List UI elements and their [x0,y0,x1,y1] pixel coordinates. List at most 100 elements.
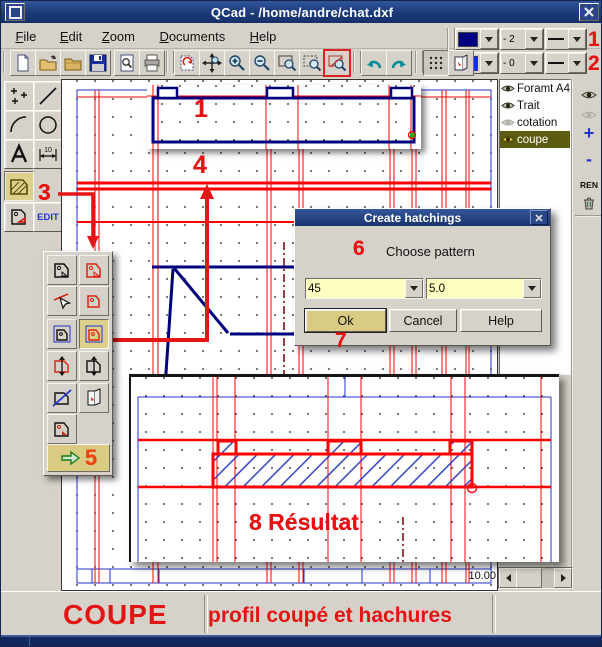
pen2-color-dropdown[interactable] [480,53,498,73]
flyout-next-button[interactable]: 5 [47,444,110,472]
menu-zoom[interactable]: Zoom [98,27,139,46]
scroll-right-button[interactable] [554,568,572,588]
menu-edit[interactable]: Edit [56,27,86,46]
trash-icon [581,195,597,211]
scroll-thumb[interactable] [516,568,542,588]
hatch-create-button[interactable] [79,255,109,285]
redo-button[interactable] [386,50,412,76]
pen2-style-dropdown[interactable] [568,53,586,73]
pen1-style-combo[interactable] [545,28,587,50]
hatch-move-down-button[interactable] [79,351,109,381]
print-button[interactable] [139,50,165,76]
pen1-color-dropdown[interactable] [480,29,498,49]
dimension-tool-button[interactable]: 10 [33,139,63,169]
pen1-style-dropdown[interactable] [568,29,586,49]
redraw-icon [177,53,197,73]
toolbar-handle[interactable] [353,51,361,73]
layer-trash-button[interactable] [577,191,601,215]
result-inset: 8 Résultat [129,374,559,562]
window-menu-button[interactable] [5,3,25,21]
new-document-button[interactable] [10,50,36,76]
zoom-out-button[interactable] [249,50,275,76]
layer-remove-button[interactable]: - [577,147,601,171]
window-title: QCad - /home/andre/chat.dxf [25,5,579,20]
pen2-width-combo[interactable]: - 0 [500,52,544,74]
annotation-step-7: 7 [335,330,347,351]
toolbar-handle[interactable] [166,51,174,73]
help-button[interactable]: Help [460,309,542,332]
previous-view-button[interactable] [324,50,350,76]
line-tool-button[interactable] [33,81,63,111]
hatch-tool-button[interactable] [4,171,34,201]
step3-leader-arrow [51,184,107,254]
hatch-move-up-button[interactable] [47,351,77,381]
pen1-color-combo[interactable] [455,28,499,50]
hatch-pick-contour-button[interactable] [79,286,109,316]
arc-tool-button[interactable] [4,110,34,140]
snap-tool-button[interactable] [4,202,34,232]
scroll-left-button[interactable] [499,568,517,588]
layer-name: coupe [517,134,548,146]
zoom-auto-button[interactable] [299,50,325,76]
scale-combo[interactable]: 5.0 [426,278,542,299]
layer-row-foramt-a4[interactable]: Foramt A4 [500,80,570,97]
text-tool-button[interactable] [4,139,34,169]
hatch-flip-button[interactable] [79,383,109,413]
menu-documents[interactable]: Documents [155,27,229,46]
layer-row-trait[interactable]: Trait [500,97,570,114]
layer-add-button[interactable]: + [577,121,601,145]
pen2-style-combo[interactable] [545,52,587,74]
svg-text:10: 10 [44,147,52,154]
pen1-width-dropdown[interactable] [525,29,543,49]
qcad-window: QCad - /home/andre/chat.dxf File Edit Zo… [0,0,602,647]
dialog-title-bar[interactable]: Create hatchings [295,209,550,226]
hatch-contour-button[interactable] [47,255,77,285]
print-preview-button[interactable] [114,50,140,76]
menu-help[interactable]: Help [246,27,281,46]
toolbar-handle[interactable] [447,28,455,50]
desktop-taskbar[interactable] [1,635,602,647]
scale-dropdown[interactable] [523,279,541,298]
dimension-icon: 10 [37,143,59,165]
pan-zoom-button[interactable] [199,50,225,76]
pen1-width-combo[interactable]: - 2 [500,28,544,50]
open-folder-button[interactable] [60,50,86,76]
open-document-icon [38,53,58,73]
save-document-button[interactable] [85,50,111,76]
circle-tool-button[interactable] [33,110,63,140]
close-button[interactable] [579,3,599,21]
cancel-button[interactable]: Cancel [389,309,457,332]
dialog-close-button[interactable] [530,210,548,225]
zoom-in-button[interactable] [224,50,250,76]
points-tool-button[interactable] [4,81,34,111]
select-contour-icon [83,323,105,345]
hatch-pick-entity-button[interactable] [47,286,77,316]
horizontal-scrollbar[interactable] [498,567,573,589]
main-toolbar [1,48,455,77]
redraw-button[interactable] [174,50,200,76]
layer-row-coupe[interactable]: coupe [500,131,570,148]
hatch-delete-button[interactable] [47,383,77,413]
hatch-select-contour-button[interactable] [79,319,109,349]
pattern-combo[interactable]: 45 [305,278,424,299]
views-button[interactable] [448,50,474,76]
layer-row-cotation[interactable]: cotation [500,114,570,131]
delete-contour-icon [51,387,73,409]
hatch-extra-button[interactable] [47,414,77,444]
zoom-out-icon [252,53,272,73]
pen1-width-value: - 2 [501,29,525,49]
select-window-icon [51,323,73,345]
pen2-width-dropdown[interactable] [525,53,543,73]
text-icon [8,143,30,165]
open-document-button[interactable] [35,50,61,76]
menu-file[interactable]: File [11,27,40,46]
layer-name: Foramt A4 [517,83,570,95]
pattern-dropdown[interactable] [405,279,423,298]
zoom-window-button[interactable] [274,50,300,76]
line-icon [37,85,59,107]
undo-button[interactable] [361,50,387,76]
toolbar-handle[interactable] [415,51,423,73]
hatch-select-window-button[interactable] [47,319,77,349]
zoom-in-icon [227,53,247,73]
grid-toggle-button[interactable] [423,50,449,76]
